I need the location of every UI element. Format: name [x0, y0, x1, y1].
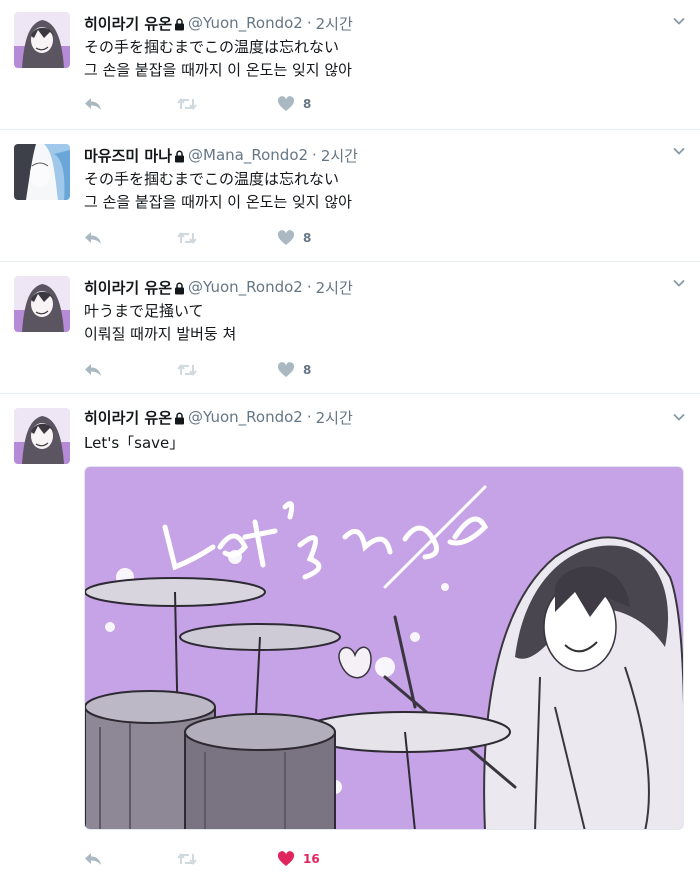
retweet-icon [177, 363, 197, 377]
handle[interactable]: @Yuon_Rondo2 [188, 278, 303, 296]
like-button[interactable]: 8 [277, 228, 311, 248]
heart-icon [277, 230, 295, 245]
reply-icon [85, 232, 101, 244]
reply-button[interactable] [84, 360, 102, 380]
heart-icon [277, 96, 295, 111]
tweet-text: Let's「save」 [84, 434, 185, 452]
reply-button[interactable] [84, 94, 102, 114]
tweet-2[interactable]: 마유즈미 마나 @Mana_Rondo2 · 2시간 その手を掴むまでこの温度は… [0, 130, 700, 262]
like-button[interactable]: 8 [277, 360, 311, 380]
retweet-icon [177, 231, 197, 245]
like-count: 16 [303, 852, 320, 866]
display-name[interactable]: 히이라기 유온 [84, 13, 172, 34]
reply-icon [85, 98, 101, 110]
tweet-media-image[interactable] [84, 466, 684, 830]
like-count: 8 [303, 363, 312, 377]
timestamp[interactable]: 2시간 [321, 145, 358, 166]
like-button[interactable]: 16 [277, 849, 320, 869]
tweet-header: 히이라기 유온 @Yuon_Rondo2 · 2시간 [84, 13, 353, 34]
tweet-3[interactable]: 히이라기 유온 @Yuon_Rondo2 · 2시간 叶うまで足掻いて 이뤄질 … [0, 262, 700, 394]
like-count: 8 [303, 97, 312, 111]
display-name[interactable]: 마유즈미 마나 [84, 145, 172, 166]
chevron-down-icon[interactable] [672, 14, 686, 28]
avatar[interactable] [14, 408, 70, 464]
reply-button[interactable] [84, 849, 102, 869]
handle[interactable]: @Mana_Rondo2 [188, 146, 308, 164]
tweet-4[interactable]: 히이라기 유온 @Yuon_Rondo2 · 2시간 Let's「save」 1… [0, 394, 700, 875]
lock-icon [175, 18, 185, 30]
retweet-icon [177, 97, 197, 111]
reply-icon [85, 853, 101, 865]
avatar[interactable] [14, 144, 70, 200]
tweet-1[interactable]: 히이라기 유온 @Yuon_Rondo2 · 2시간 その手を掴むまでこの温度は… [0, 0, 700, 130]
tweet-text: その手を掴むまでこの温度は忘れない 그 손을 붙잡을 때까지 이 온도는 잊지 … [84, 38, 352, 79]
lock-icon [175, 412, 185, 424]
lock-icon [175, 282, 185, 294]
avatar[interactable] [14, 12, 70, 68]
tweet-text: その手を掴むまでこの温度は忘れない 그 손을 붙잡을 때까지 이 온도는 잊지 … [84, 170, 352, 211]
tweet-header: 마유즈미 마나 @Mana_Rondo2 · 2시간 [84, 145, 358, 166]
reply-button[interactable] [84, 228, 102, 248]
like-count: 8 [303, 231, 312, 245]
timestamp[interactable]: 2시간 [316, 407, 353, 428]
retweet-icon [177, 852, 197, 866]
chevron-down-icon[interactable] [672, 410, 686, 424]
retweet-button[interactable] [177, 228, 197, 248]
tweet-header: 히이라기 유온 @Yuon_Rondo2 · 2시간 [84, 407, 353, 428]
display-name[interactable]: 히이라기 유온 [84, 407, 172, 428]
timestamp[interactable]: 2시간 [316, 277, 353, 298]
retweet-button[interactable] [177, 360, 197, 380]
avatar[interactable] [14, 276, 70, 332]
reply-icon [85, 364, 101, 376]
timestamp[interactable]: 2시간 [316, 13, 353, 34]
like-button[interactable]: 8 [277, 94, 311, 114]
tweet-header: 히이라기 유온 @Yuon_Rondo2 · 2시간 [84, 277, 353, 298]
retweet-button[interactable] [177, 849, 197, 869]
display-name[interactable]: 히이라기 유온 [84, 277, 172, 298]
tweet-text: 叶うまで足掻いて 이뤄질 때까지 발버둥 쳐 [84, 302, 237, 343]
heart-icon [277, 851, 295, 866]
retweet-button[interactable] [177, 94, 197, 114]
chevron-down-icon[interactable] [672, 144, 686, 158]
handle[interactable]: @Yuon_Rondo2 [188, 408, 303, 426]
handle[interactable]: @Yuon_Rondo2 [188, 14, 303, 32]
chevron-down-icon[interactable] [672, 276, 686, 290]
heart-icon [277, 362, 295, 377]
lock-icon [175, 150, 185, 162]
